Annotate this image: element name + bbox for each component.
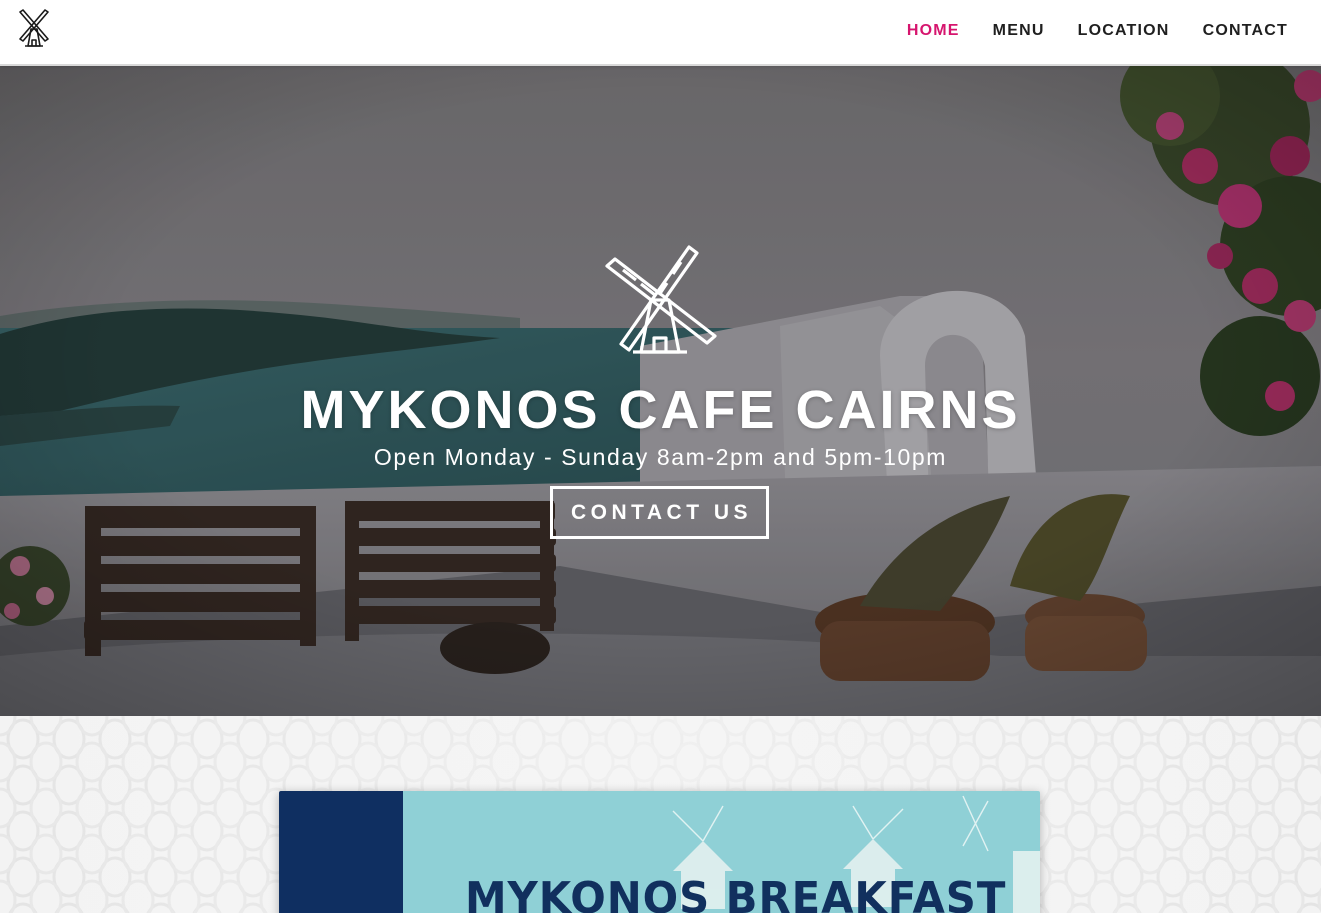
- opening-hours-text: Open Monday - Sunday 8am-2pm and 5pm-10p…: [373, 444, 948, 470]
- nav-menu-link[interactable]: MENU: [976, 1, 1061, 63]
- nav-home-link[interactable]: HOME: [890, 1, 976, 63]
- nav-contact-link[interactable]: CONTACT: [1186, 1, 1304, 63]
- windmill-icon: [605, 245, 717, 354]
- menu-card-title: MYKONOS BREAKFAST: [465, 873, 1007, 913]
- menu-card-navy-panel: [279, 791, 403, 913]
- home-logo-link[interactable]: [16, 9, 52, 49]
- menu-preview-section: MYKONOS BREAKFAST: [0, 716, 1321, 913]
- hero-title: MYKONOS CAFE CAIRNS: [300, 380, 1021, 440]
- windmill-icon: [19, 9, 49, 47]
- hero-content: MYKONOS CAFE CAIRNS Open Monday - Sunday…: [0, 66, 1321, 716]
- nav-location-link[interactable]: LOCATION: [1061, 1, 1186, 63]
- contact-us-button[interactable]: CONTACT US: [550, 486, 769, 539]
- main-nav: HOME MENU LOCATION CONTACT: [890, 0, 1304, 64]
- top-navbar: HOME MENU LOCATION CONTACT: [0, 0, 1321, 66]
- hero-section: MYKONOS CAFE CAIRNS Open Monday - Sunday…: [0, 66, 1321, 716]
- menu-card-image[interactable]: MYKONOS BREAKFAST: [279, 791, 1040, 913]
